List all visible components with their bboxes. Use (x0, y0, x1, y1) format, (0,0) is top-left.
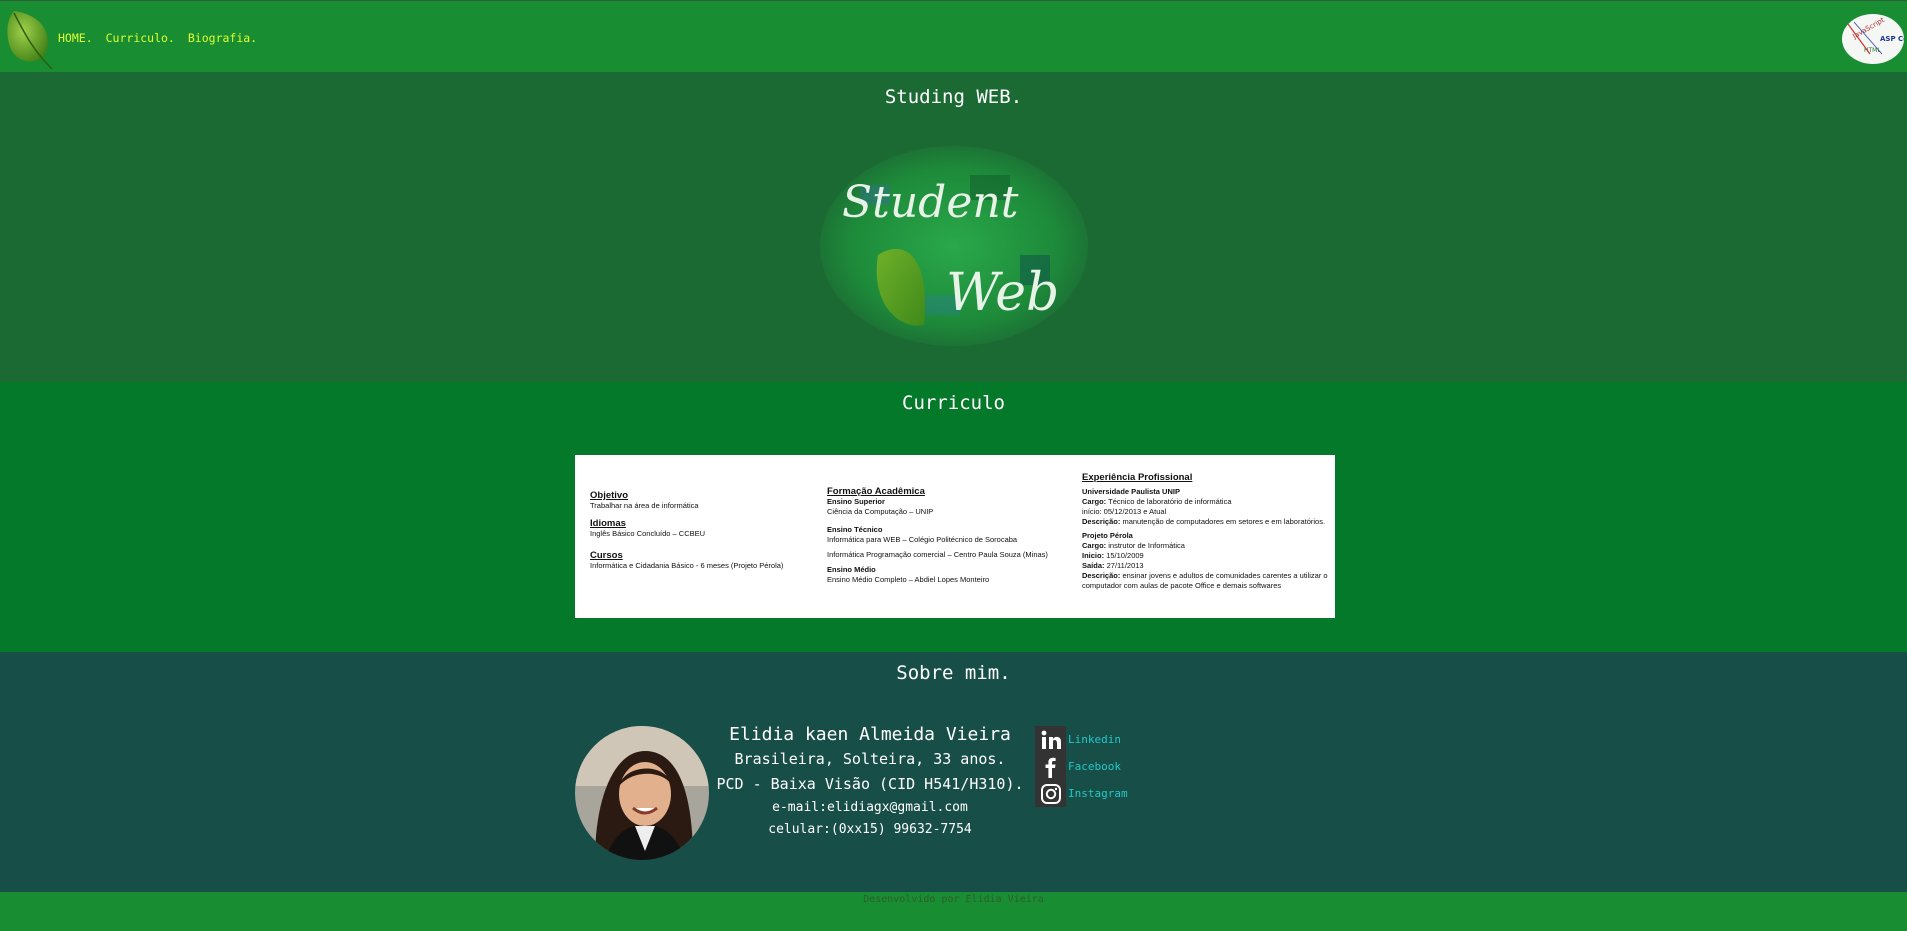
ensino-medio-text: Ensino Médio Completo – Abdiel Lopes Mon… (827, 575, 990, 584)
exp1-cargo: Cargo: Técnico de laboratório de informá… (1082, 497, 1232, 506)
ensino-tecnico-text-2: Informática Programação comercial – Cent… (827, 550, 1048, 559)
formacao-heading: Formação Acadêmica (827, 486, 925, 497)
resume-column-3: Experiência Profissional Universidade Pa… (1082, 473, 1332, 591)
exp2-saida: Saída: 27/11/2013 (1082, 561, 1144, 570)
leaf-logo-icon[interactable] (4, 7, 56, 69)
about-info: Elidia kaen Almeida Vieira Brasileira, S… (705, 722, 1035, 841)
footer-credit: Desenvolvido por Elidia Vieira (863, 894, 1044, 905)
profile-line-2: PCD - Baixa Visão (CID H541/H310). (716, 775, 1024, 793)
main-nav: HOME. Curriculo. Biografia. (58, 31, 270, 45)
svg-text:Web: Web (946, 263, 1059, 323)
studing-section: Studing WEB. Student Web (0, 72, 1907, 382)
facebook-icon[interactable] (1035, 753, 1066, 780)
experiencia-heading: Experiência Profissional (1082, 472, 1193, 483)
profile-phone: celular:(0xx15) 99632-7754 (768, 822, 972, 837)
social-item-linkedin: Linkedin (1035, 726, 1128, 753)
profile-line-1: Brasileira, Solteira, 33 anos. (734, 750, 1006, 768)
ensino-tecnico-text-1: Informática para WEB – Colégio Politécni… (827, 535, 1018, 544)
ensino-medio-label: Ensino Médio (827, 565, 876, 574)
objetivo-heading: Objetivo (590, 490, 629, 501)
curriculo-title: Curriculo (902, 392, 1005, 414)
exp2-company: Projeto Pérola (1082, 531, 1133, 540)
idiomas-text: Inglês Básico Concluído – CCBEU (590, 529, 706, 538)
exp2-descricao: Descrição: ensinar jovens e adultos de c… (1082, 571, 1328, 590)
ensino-tecnico-label: Ensino Técnico (827, 525, 883, 534)
svg-text:ASP Co: ASP Co (1880, 35, 1904, 43)
profile-avatar (575, 726, 709, 860)
ensino-superior-text: Ciência da Computação – UNIP (827, 507, 934, 516)
profile-photo-icon (575, 726, 709, 860)
profile-name: Elidia kaen Almeida Vieira (729, 724, 1011, 745)
instagram-link[interactable]: Instagram (1068, 787, 1128, 800)
web-technologies-badge: JavaScript ASP Co HTML (1842, 14, 1904, 64)
resume-column-1: Objetivo Trabalhar na área de informátic… (590, 491, 810, 571)
cursos-text: Informática e Cidadania Básico - 6 meses… (590, 561, 784, 570)
instagram-icon[interactable] (1035, 780, 1066, 807)
objetivo-text: Trabalhar na área de informática (590, 501, 699, 510)
cursos-heading: Cursos (590, 550, 623, 561)
curriculo-section: Curriculo Objetivo Trabalhar na área de … (0, 382, 1907, 652)
resume-card: Objetivo Trabalhar na área de informátic… (575, 455, 1335, 618)
nav-curriculo-link[interactable]: Curriculo. (106, 31, 175, 45)
idiomas-heading: Idiomas (590, 518, 626, 529)
social-item-facebook: Facebook (1035, 753, 1128, 780)
exp1-inicio: início: 05/12/2013 e Atual (1082, 507, 1167, 516)
linkedin-icon[interactable] (1035, 726, 1066, 753)
nav-biografia-link[interactable]: Biografia. (188, 31, 257, 45)
exp1-company: Universidade Paulista UNIP (1082, 487, 1180, 496)
resume-column-2: Formação Acadêmica Ensino Superior Ciênc… (827, 487, 1067, 585)
nav-home-link[interactable]: HOME. (58, 31, 93, 45)
site-header: HOME. Curriculo. Biografia. JavaScript A… (0, 0, 1907, 72)
exp2-cargo: Cargo: instrutor de Informática (1082, 541, 1185, 550)
ensino-superior-label: Ensino Superior (827, 497, 885, 506)
tech-logo-icon: JavaScript ASP Co HTML (1847, 16, 1904, 55)
site-footer: Desenvolvido por Elidia Vieira (0, 892, 1907, 931)
student-web-logo: Student Web (820, 146, 1088, 346)
profile-email: e-mail:elidiagx@gmail.com (772, 800, 968, 815)
linkedin-link[interactable]: Linkedin (1068, 733, 1121, 746)
svg-text:Student: Student (842, 177, 1019, 228)
social-item-instagram: Instagram (1035, 780, 1128, 807)
facebook-link[interactable]: Facebook (1068, 760, 1121, 773)
studing-title: Studing WEB. (884, 86, 1023, 108)
social-links: Linkedin Facebook Instagram (1035, 726, 1128, 807)
sobre-title: Sobre mim. (896, 662, 1011, 684)
exp1-descricao: Descrição: manutenção de computadores em… (1082, 517, 1326, 526)
exp2-inicio: Inicio: 15/10/2009 (1082, 551, 1144, 560)
sobre-section: Sobre mim. Elidia kaen Almeida Vieira Br… (0, 652, 1907, 892)
